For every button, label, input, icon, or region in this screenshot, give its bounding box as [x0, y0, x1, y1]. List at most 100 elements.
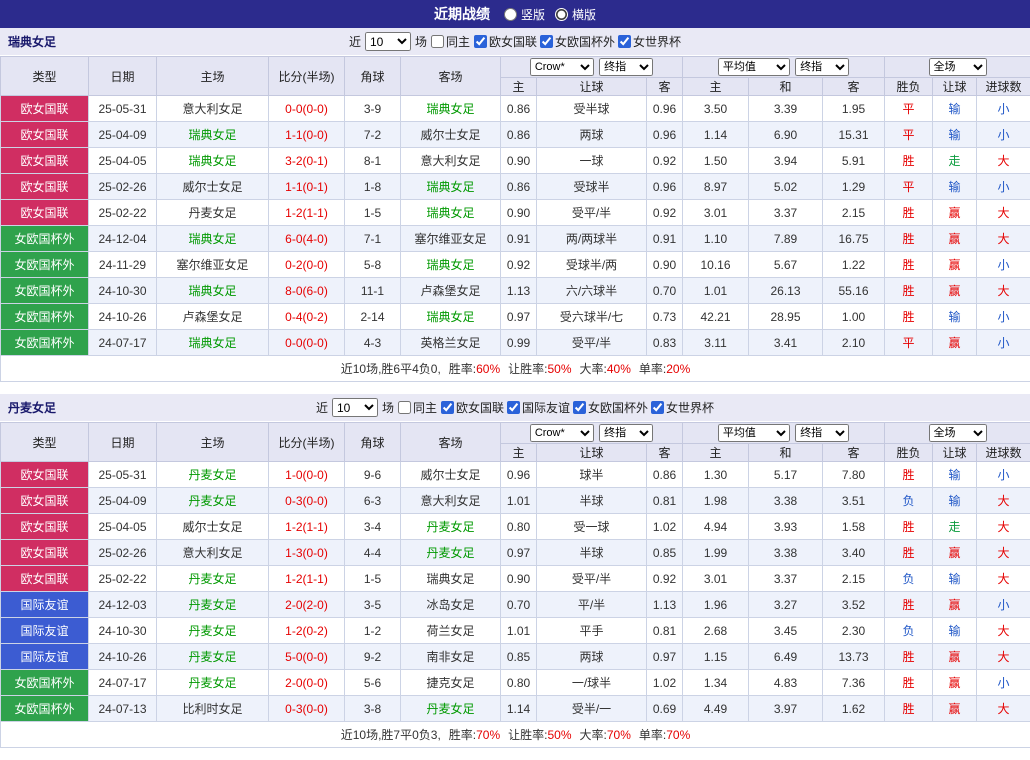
average-stage-select[interactable]: 终指	[795, 424, 849, 442]
competition-label: 女欧国杯外	[588, 399, 648, 416]
summary-stat-value: 60%	[476, 362, 500, 376]
corner-score: 3-4	[345, 514, 401, 540]
score-halftime: 1-1(0-1)	[269, 174, 345, 200]
score-halftime: 1-2(1-1)	[269, 566, 345, 592]
competition-checkbox[interactable]	[573, 401, 586, 414]
bookmaker-select[interactable]: Crow*	[530, 58, 594, 76]
layout-option-vertical[interactable]: 竖版	[504, 6, 545, 23]
competition-checkbox[interactable]	[618, 35, 631, 48]
summary-stat-label: 单率:	[639, 728, 666, 742]
score-halftime: 3-2(0-1)	[269, 148, 345, 174]
scope-select[interactable]: 全场	[929, 58, 987, 76]
competition-filter[interactable]: 女欧国杯外	[540, 33, 615, 50]
away-team: 英格兰女足	[401, 330, 501, 356]
home-team: 丹麦女足	[157, 644, 269, 670]
average-select[interactable]: 平均值	[718, 58, 790, 76]
avg-home-odds: 42.21	[683, 304, 749, 330]
competition-checkbox[interactable]	[474, 35, 487, 48]
handicap-home-odds: 1.01	[501, 618, 537, 644]
competition-filter[interactable]: 国际友谊	[507, 399, 570, 416]
corner-score: 4-3	[345, 330, 401, 356]
handicap-result: 赢	[933, 592, 977, 618]
handicap-stage-select[interactable]: 终指	[599, 424, 653, 442]
avg-home-odds: 1.30	[683, 462, 749, 488]
same-home-checkbox[interactable]	[398, 401, 411, 414]
competition-checkbox[interactable]	[540, 35, 553, 48]
handicap-result: 赢	[933, 278, 977, 304]
away-team: 丹麦女足	[401, 540, 501, 566]
same-home-checkbox[interactable]	[431, 35, 444, 48]
away-team: 威尔士女足	[401, 122, 501, 148]
col-avg-away: 客	[823, 78, 885, 96]
corner-score: 3-8	[345, 696, 401, 722]
competition-filter[interactable]: 女欧国杯外	[573, 399, 648, 416]
match-count-select[interactable]: 10	[365, 32, 411, 51]
same-home-filter[interactable]: 同主	[398, 399, 437, 416]
avg-away-odds: 13.73	[823, 644, 885, 670]
results-body: 欧女国联25-05-31意大利女足0-0(0-0)3-9瑞典女足0.86受半球0…	[1, 96, 1030, 356]
average-stage-select[interactable]: 终指	[795, 58, 849, 76]
match-date: 25-04-09	[89, 122, 157, 148]
corner-score: 3-5	[345, 592, 401, 618]
col-corners: 角球	[345, 423, 401, 462]
handicap-stage-select[interactable]: 终指	[599, 58, 653, 76]
average-select[interactable]: 平均值	[718, 424, 790, 442]
competition-badge: 欧女国联	[1, 122, 89, 148]
corner-score: 1-5	[345, 200, 401, 226]
handicap-home-odds: 0.86	[501, 174, 537, 200]
score-halftime: 5-0(0-0)	[269, 644, 345, 670]
avg-draw-odds: 3.93	[749, 514, 823, 540]
avg-home-odds: 1.15	[683, 644, 749, 670]
home-team: 丹麦女足	[157, 488, 269, 514]
scope-select[interactable]: 全场	[929, 424, 987, 442]
home-team: 瑞典女足	[157, 226, 269, 252]
competition-filter[interactable]: 欧女国联	[441, 399, 504, 416]
corner-score: 2-14	[345, 304, 401, 330]
avg-away-odds: 2.10	[823, 330, 885, 356]
competition-filter[interactable]: 女世界杯	[651, 399, 714, 416]
winloss-result: 胜	[885, 644, 933, 670]
winloss-result: 胜	[885, 278, 933, 304]
competition-filter[interactable]: 欧女国联	[474, 33, 537, 50]
home-team: 丹麦女足	[157, 200, 269, 226]
avg-draw-odds: 6.49	[749, 644, 823, 670]
handicap-home-odds: 0.91	[501, 226, 537, 252]
average-odds-controls: 平均值 终指	[683, 423, 885, 444]
layout-option-horizontal[interactable]: 横版	[555, 6, 596, 23]
competition-checkbox[interactable]	[441, 401, 454, 414]
col-handicap-result: 让球	[933, 444, 977, 462]
horizontal-layout-radio[interactable]	[555, 8, 568, 21]
competition-badge: 女欧国杯外	[1, 278, 89, 304]
avg-away-odds: 1.95	[823, 96, 885, 122]
col-avg-away: 客	[823, 444, 885, 462]
competition-badge: 女欧国杯外	[1, 252, 89, 278]
winloss-result: 胜	[885, 226, 933, 252]
avg-away-odds: 1.62	[823, 696, 885, 722]
match-date: 24-10-26	[89, 304, 157, 330]
same-home-filter[interactable]: 同主	[431, 33, 470, 50]
avg-away-odds: 2.15	[823, 566, 885, 592]
handicap-result: 赢	[933, 252, 977, 278]
bookmaker-select[interactable]: Crow*	[530, 424, 594, 442]
away-team: 瑞典女足	[401, 96, 501, 122]
competition-checkbox[interactable]	[651, 401, 664, 414]
competition-filter[interactable]: 女世界杯	[618, 33, 681, 50]
avg-draw-odds: 5.02	[749, 174, 823, 200]
competition-badge: 欧女国联	[1, 462, 89, 488]
handicap-line: 球半	[537, 462, 647, 488]
score-halftime: 8-0(6-0)	[269, 278, 345, 304]
away-team: 丹麦女足	[401, 514, 501, 540]
handicap-result: 赢	[933, 644, 977, 670]
col-home: 主场	[157, 57, 269, 96]
vertical-layout-radio[interactable]	[504, 8, 517, 21]
goals-result: 大	[977, 566, 1030, 592]
handicap-home-odds: 1.01	[501, 488, 537, 514]
competition-checkbox[interactable]	[507, 401, 520, 414]
col-handicap-away: 客	[647, 444, 683, 462]
away-team: 瑞典女足	[401, 174, 501, 200]
summary-record: 近10场,胜7平0负3,	[341, 728, 441, 742]
avg-away-odds: 5.91	[823, 148, 885, 174]
match-count-select[interactable]: 10	[332, 398, 378, 417]
match-date: 25-05-31	[89, 462, 157, 488]
handicap-result: 赢	[933, 200, 977, 226]
